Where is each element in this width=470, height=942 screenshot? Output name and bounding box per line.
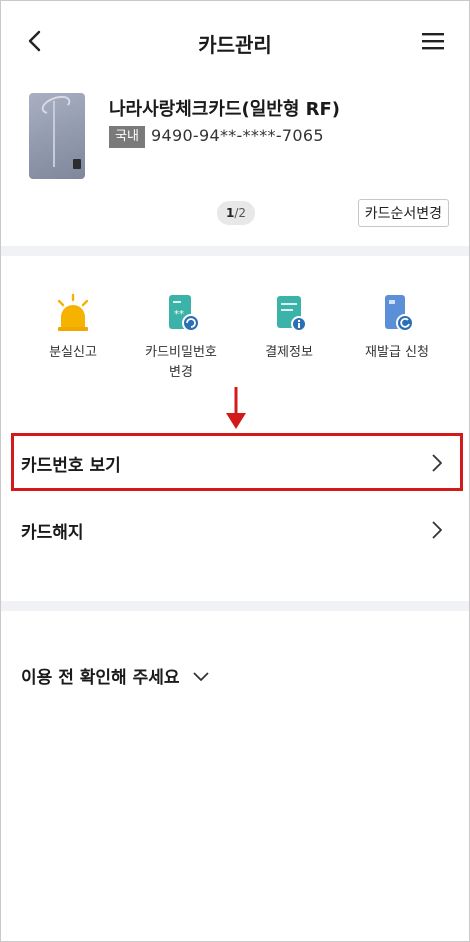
action-label: 분실신고 [49,345,97,360]
cancel-card-row[interactable]: 카드해지 [1,499,469,561]
card-number: 9490-94**-****-7065 [151,126,324,145]
reorder-cards-button[interactable]: 카드순서변경 [357,199,449,227]
top-bar: 카드관리 [1,1,469,81]
menu-button[interactable] [417,25,449,57]
section-divider [1,246,469,256]
chevron-down-icon [192,671,209,681]
hamburger-menu-icon [422,33,444,50]
annotation-arrow-icon [226,387,246,429]
svg-text:**: ** [174,309,184,320]
highlight-box [11,433,463,491]
pager-current: 1 [225,206,235,220]
card-pager: 1/2 [217,201,255,225]
chevron-right-icon [432,521,442,539]
action-label: 재발급 신청 [365,345,429,360]
report-lost-action[interactable]: 분실신고 [23,291,123,391]
notice-label: 이용 전 확인해 주세요 [21,668,180,688]
page-title: 카드관리 [198,33,272,57]
payment-info-action[interactable]: 결제정보 [239,291,339,391]
domestic-badge: 국내 [109,126,145,148]
reissue-icon [385,295,414,332]
payment-info-icon [277,296,307,332]
quick-actions: 분실신고 ** 카드비밀번호 변경 결제정보 재발급 신청 [1,291,469,391]
card-name: 나라사랑체크카드(일반형 RF) [109,99,341,120]
section-divider [1,601,469,611]
row-label: 카드해지 [21,522,84,543]
pager-total: /2 [234,206,247,220]
siren-icon [57,293,89,331]
action-label: 카드비밀번호 변경 [145,345,217,380]
change-card-password-action[interactable]: ** 카드비밀번호 변경 [131,291,231,391]
card-image [29,93,85,179]
notice-toggle[interactable]: 이용 전 확인해 주세요 [21,663,210,688]
reissue-action[interactable]: 재발급 신청 [347,291,447,391]
action-label: 결제정보 [265,345,313,360]
card-password-icon: ** [169,295,200,332]
app-frame: 카드관리 나라사랑체크카드(일반형 RF) 국내 9490-94**-****-… [0,0,470,942]
